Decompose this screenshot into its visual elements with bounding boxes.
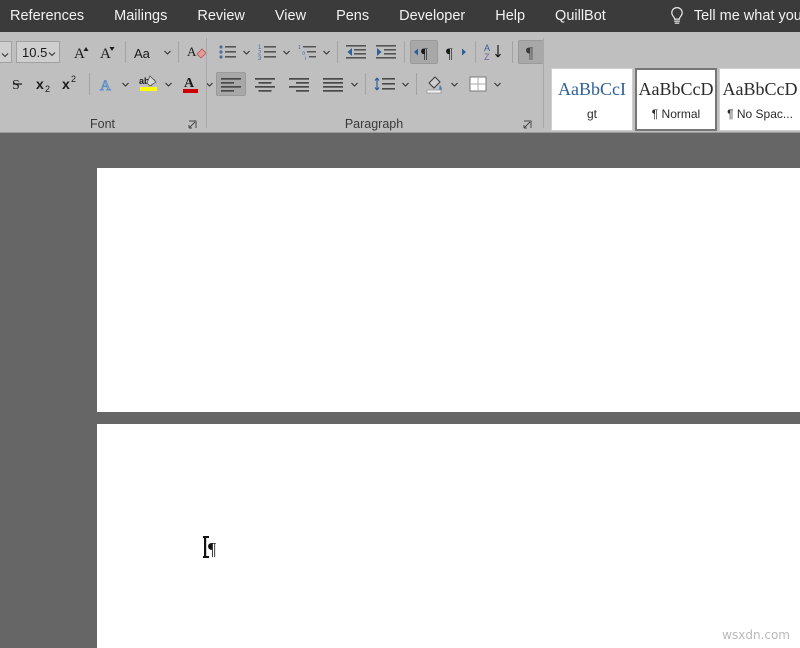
change-case-chevron-icon[interactable] bbox=[161, 41, 173, 63]
shrink-font-button[interactable]: A bbox=[94, 40, 120, 64]
text-effects-button[interactable]: A bbox=[95, 72, 119, 96]
justify-chevron-icon[interactable] bbox=[348, 73, 360, 95]
style-name: ¶ No Spac... bbox=[727, 108, 793, 120]
font-color-button[interactable]: A bbox=[179, 72, 203, 96]
document-page-1[interactable] bbox=[97, 168, 800, 412]
document-canvas[interactable]: ¶ wsxdn.com bbox=[0, 134, 800, 648]
svg-text:¶: ¶ bbox=[421, 46, 428, 61]
sort-button[interactable]: A Z bbox=[481, 40, 507, 64]
font-name-combo[interactable] bbox=[0, 41, 12, 63]
change-case-button[interactable]: Aa bbox=[131, 40, 161, 64]
tell-me-search[interactable]: Tell me what you want to do bbox=[669, 6, 800, 26]
word-window: References Mailings Review View Pens Dev… bbox=[0, 0, 800, 648]
tab-mailings[interactable]: Mailings bbox=[99, 0, 182, 32]
svg-text:¶: ¶ bbox=[526, 45, 534, 62]
text-effects-chevron-icon[interactable] bbox=[119, 73, 131, 95]
style-preview: AaBbCcD bbox=[723, 80, 798, 98]
watermark: wsxdn.com bbox=[722, 628, 790, 642]
shading-button[interactable] bbox=[422, 72, 448, 96]
svg-text:i: i bbox=[305, 56, 306, 61]
svg-text:1: 1 bbox=[298, 45, 301, 51]
shading-chevron-icon[interactable] bbox=[448, 73, 460, 95]
numbering-button[interactable]: 1 2 3 bbox=[256, 40, 280, 64]
svg-text:x: x bbox=[36, 76, 44, 92]
chevron-down-icon bbox=[48, 47, 56, 62]
style-name: gt bbox=[587, 108, 597, 120]
font-size-combo[interactable]: 10.5 bbox=[16, 41, 60, 63]
superscript-button[interactable]: x 2 bbox=[58, 72, 84, 96]
document-page-2[interactable]: ¶ bbox=[97, 424, 800, 648]
svg-text:x: x bbox=[62, 76, 70, 92]
style-tile-gt[interactable]: AaBbCcI gt bbox=[551, 68, 633, 131]
align-center-button[interactable] bbox=[250, 72, 280, 96]
svg-text:¶: ¶ bbox=[446, 46, 453, 61]
increase-indent-button[interactable] bbox=[373, 40, 399, 64]
font-size-value: 10.5 bbox=[22, 45, 47, 60]
group-divider bbox=[543, 38, 544, 128]
text-insertion-cursor-icon: ¶ bbox=[203, 534, 221, 565]
tab-help[interactable]: Help bbox=[480, 0, 540, 32]
bullets-button[interactable] bbox=[216, 40, 240, 64]
tab-pens[interactable]: Pens bbox=[321, 0, 384, 32]
numbering-chevron-icon[interactable] bbox=[280, 41, 292, 63]
style-preview: AaBbCcI bbox=[558, 80, 626, 98]
line-spacing-chevron-icon[interactable] bbox=[399, 73, 411, 95]
svg-text:A: A bbox=[100, 46, 111, 62]
multilevel-chevron-icon[interactable] bbox=[320, 41, 332, 63]
svg-text:Z: Z bbox=[484, 52, 490, 62]
tab-quillbot[interactable]: QuillBot bbox=[540, 0, 621, 32]
multilevel-list-button[interactable]: 1 a i bbox=[296, 40, 320, 64]
show-formatting-marks-button[interactable]: ¶ bbox=[518, 40, 544, 64]
svg-text:A: A bbox=[74, 46, 85, 62]
tell-me-label: Tell me what you want to do bbox=[694, 8, 800, 24]
dialog-launcher-icon[interactable] bbox=[187, 118, 199, 130]
bullets-chevron-icon[interactable] bbox=[240, 41, 252, 63]
tab-view[interactable]: View bbox=[260, 0, 321, 32]
font-group: 10.5 A A bbox=[0, 32, 205, 133]
paragraph-group: 1 2 3 1 a bbox=[208, 32, 540, 133]
group-divider bbox=[206, 38, 207, 128]
svg-text:2: 2 bbox=[71, 74, 76, 84]
highlight-chevron-icon[interactable] bbox=[162, 73, 174, 95]
styles-gallery: AaBbCcI gt AaBbCcD ¶ Normal AaBbCcD ¶ No… bbox=[551, 68, 800, 131]
align-left-button[interactable] bbox=[216, 72, 246, 96]
justify-button[interactable] bbox=[318, 72, 348, 96]
style-tile-normal[interactable]: AaBbCcD ¶ Normal bbox=[635, 68, 717, 131]
tab-developer[interactable]: Developer bbox=[384, 0, 480, 32]
borders-chevron-icon[interactable] bbox=[491, 73, 503, 95]
svg-text:A: A bbox=[187, 44, 197, 59]
svg-text:¶: ¶ bbox=[208, 539, 216, 559]
line-spacing-button[interactable] bbox=[371, 72, 399, 96]
svg-text:S: S bbox=[13, 78, 20, 93]
chevron-down-icon bbox=[1, 47, 9, 65]
align-right-button[interactable] bbox=[284, 72, 314, 96]
ribbon: 10.5 A A bbox=[0, 32, 800, 133]
ribbon-tab-strip: References Mailings Review View Pens Dev… bbox=[0, 0, 800, 32]
svg-text:A: A bbox=[100, 78, 111, 94]
text-highlight-button[interactable]: aby bbox=[136, 72, 162, 96]
strikethrough-button[interactable]: S bbox=[0, 72, 24, 96]
style-name: ¶ Normal bbox=[652, 108, 700, 120]
svg-text:2: 2 bbox=[45, 84, 50, 94]
rtl-text-direction-button[interactable]: ¶ bbox=[442, 40, 470, 64]
svg-text:3: 3 bbox=[258, 56, 262, 61]
svg-text:A: A bbox=[184, 76, 195, 91]
tab-references[interactable]: References bbox=[0, 0, 99, 32]
borders-button[interactable] bbox=[465, 72, 491, 96]
subscript-button[interactable]: x 2 bbox=[32, 72, 58, 96]
style-tile-no-spacing[interactable]: AaBbCcD ¶ No Spac... bbox=[719, 68, 800, 131]
paragraph-group-label: Paragraph bbox=[208, 117, 540, 131]
font-group-label: Font bbox=[0, 117, 205, 131]
style-preview: AaBbCcD bbox=[639, 80, 714, 98]
dialog-launcher-icon[interactable] bbox=[522, 118, 534, 130]
svg-text:Aa: Aa bbox=[134, 46, 151, 61]
lightbulb-icon bbox=[669, 6, 685, 26]
grow-font-button[interactable]: A bbox=[68, 40, 94, 64]
ltr-text-direction-button[interactable]: ¶ bbox=[410, 40, 438, 64]
decrease-indent-button[interactable] bbox=[343, 40, 369, 64]
tab-review[interactable]: Review bbox=[182, 0, 260, 32]
